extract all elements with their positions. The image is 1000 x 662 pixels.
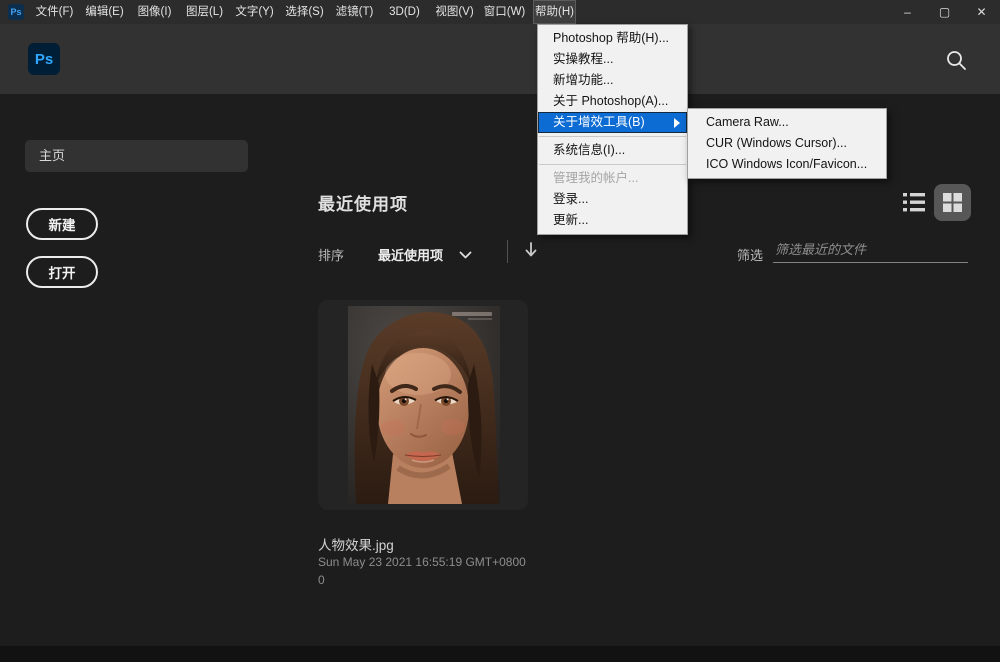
close-button[interactable]: ✕ xyxy=(963,0,1000,24)
submenu-item-ico-windows-icon[interactable]: ICO Windows Icon/Favicon... xyxy=(688,154,886,175)
menu-filter[interactable]: 滤镜(T) xyxy=(333,0,376,24)
app-header: Ps xyxy=(0,24,1000,94)
divider xyxy=(507,240,508,263)
sort-value: 最近使用项 xyxy=(378,245,443,264)
menu-item-updates[interactable]: 更新... xyxy=(538,210,687,231)
file-name[interactable]: 人物效果.jpg xyxy=(318,534,394,554)
ps-mini-icon: Ps xyxy=(8,4,24,20)
page-title: 最近使用项 xyxy=(318,190,408,215)
menu-view[interactable]: 视图(V) xyxy=(433,0,476,24)
menu-item-photoshop-help[interactable]: Photoshop 帮助(H)... xyxy=(538,28,687,49)
bottom-strip xyxy=(0,646,1000,662)
menu-item-hands-on-tutorials[interactable]: 实操教程... xyxy=(538,49,687,70)
menu-image[interactable]: 图像(I) xyxy=(133,0,176,24)
submenu-arrow-icon xyxy=(674,118,680,128)
menu-3d[interactable]: 3D(D) xyxy=(383,0,426,24)
submenu-item-cur-windows-cursor[interactable]: CUR (Windows Cursor)... xyxy=(688,133,886,154)
new-button[interactable]: 新建 xyxy=(26,208,98,240)
menu-file[interactable]: 文件(F) xyxy=(33,0,76,24)
sort-dropdown[interactable]: 最近使用项 xyxy=(378,245,472,264)
menu-separator xyxy=(539,164,686,165)
recent-file-card[interactable] xyxy=(318,300,528,510)
filter-label: 筛选 xyxy=(737,245,763,264)
grid-view-button-active[interactable] xyxy=(934,184,971,221)
sort-direction-down-icon[interactable] xyxy=(524,241,538,264)
file-date: Sun May 23 2021 16:55:19 GMT+0800 xyxy=(318,555,526,569)
grid-view-icon xyxy=(942,192,963,213)
menu-type[interactable]: 文字(Y) xyxy=(233,0,276,24)
sidebar-item-home[interactable]: 主页 xyxy=(25,140,248,172)
menu-item-whats-new[interactable]: 新增功能... xyxy=(538,70,687,91)
menu-item-manage-account: 管理我的帐户... xyxy=(538,168,687,189)
list-view-icon[interactable] xyxy=(902,192,926,213)
chevron-down-icon xyxy=(459,251,472,259)
menu-separator xyxy=(539,136,686,137)
maximize-button[interactable]: ▢ xyxy=(926,0,963,24)
menu-item-about-photoshop[interactable]: 关于 Photoshop(A)... xyxy=(538,91,687,112)
menu-layer[interactable]: 图层(L) xyxy=(183,0,226,24)
portrait-photo-thumbnail xyxy=(348,306,500,504)
search-icon[interactable] xyxy=(944,48,968,72)
menubar: 文件(F) 编辑(E) 图像(I) 图层(L) 文字(Y) 选择(S) 滤镜(T… xyxy=(33,0,583,24)
menu-window[interactable]: 窗口(W) xyxy=(483,0,526,24)
file-extra: 0 xyxy=(318,573,325,587)
minimize-button[interactable]: – xyxy=(889,0,926,24)
menu-edit[interactable]: 编辑(E) xyxy=(83,0,126,24)
menu-item-system-info[interactable]: 系统信息(I)... xyxy=(538,140,687,161)
help-dropdown-menu: Photoshop 帮助(H)... 实操教程... 新增功能... 关于 Ph… xyxy=(537,24,688,235)
menu-help[interactable]: 帮助(H) xyxy=(533,0,576,24)
plugins-submenu: Camera Raw... CUR (Windows Cursor)... IC… xyxy=(687,108,887,179)
menu-select[interactable]: 选择(S) xyxy=(283,0,326,24)
menu-item-about-plugins[interactable]: 关于增效工具(B) xyxy=(538,112,687,133)
menu-item-about-plugins-label: 关于增效工具(B) xyxy=(553,115,645,129)
submenu-item-camera-raw[interactable]: Camera Raw... xyxy=(688,112,886,133)
photoshop-logo: Ps xyxy=(28,43,60,75)
sort-label: 排序 xyxy=(318,245,344,264)
titlebar: Ps 文件(F) 编辑(E) 图像(I) 图层(L) 文字(Y) 选择(S) 滤… xyxy=(0,0,1000,24)
filter-input[interactable] xyxy=(773,237,968,263)
window-controls: – ▢ ✕ xyxy=(889,0,1000,24)
open-button[interactable]: 打开 xyxy=(26,256,98,288)
photoshop-window: Ps 文件(F) 编辑(E) 图像(I) 图层(L) 文字(Y) 选择(S) 滤… xyxy=(0,0,1000,662)
menu-item-sign-in[interactable]: 登录... xyxy=(538,189,687,210)
